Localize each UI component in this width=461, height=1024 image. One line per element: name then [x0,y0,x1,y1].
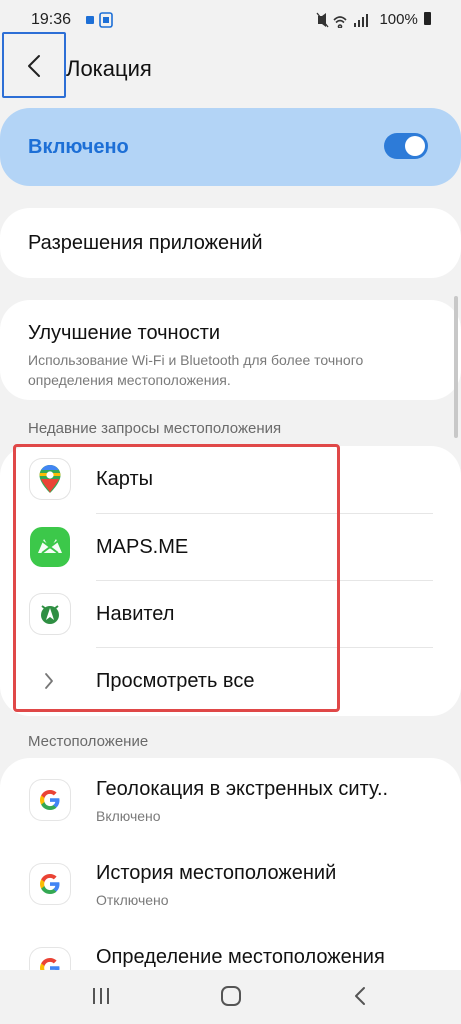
toggle-knob [405,136,425,156]
recents-icon [93,988,109,1004]
improve-accuracy-subtitle: Использование Wi-Fi и Bluetooth для боле… [28,352,364,388]
signal-icons [316,12,384,29]
app-permissions-row[interactable]: Разрешения приложений [0,208,461,278]
location-history-row[interactable]: История местоположений Отключено [0,842,461,926]
battery-percent: 100% [379,11,418,28]
recent-requests-header: Недавние запросы местоположения [28,420,282,437]
notification-icons [84,12,124,28]
back-button[interactable] [2,32,66,98]
app-permissions-label: Разрешения приложений [28,232,263,254]
chevron-left-icon [28,55,40,77]
location-toggle[interactable] [384,133,428,159]
loc-item-label: Определение местоположения [96,946,385,968]
highlight-box [13,444,340,712]
battery-indicator: 100% [379,11,431,28]
loc-item-label: Геолокация в экстренных ситу.. [96,778,389,800]
page-title: Локация [66,56,152,81]
app-header: Локация [0,32,461,100]
improve-accuracy-title: Улучшение точности [28,322,221,344]
recents-button[interactable] [86,984,116,1008]
master-switch-label: Включено [28,136,129,158]
back-nav-button[interactable] [346,984,376,1008]
home-button[interactable] [216,984,246,1008]
improve-accuracy-row[interactable]: Улучшение точности Использование Wi-Fi и… [0,300,461,400]
loc-item-label: История местоположений [96,862,337,884]
scrollbar[interactable] [454,296,458,438]
emergency-location-row[interactable]: Геолокация в экстренных ситу.. Включено [0,758,461,842]
google-icon [30,780,70,820]
google-icon [30,864,70,904]
status-time: 19:36 [31,11,72,28]
loc-item-status: Включено [96,808,161,824]
home-icon [221,986,241,1006]
back-icon [355,987,365,1005]
loc-item-status: Отключено [96,892,169,908]
navigation-bar [0,970,461,1024]
location-services-header: Местоположение [28,733,149,750]
battery-icon [424,12,431,25]
